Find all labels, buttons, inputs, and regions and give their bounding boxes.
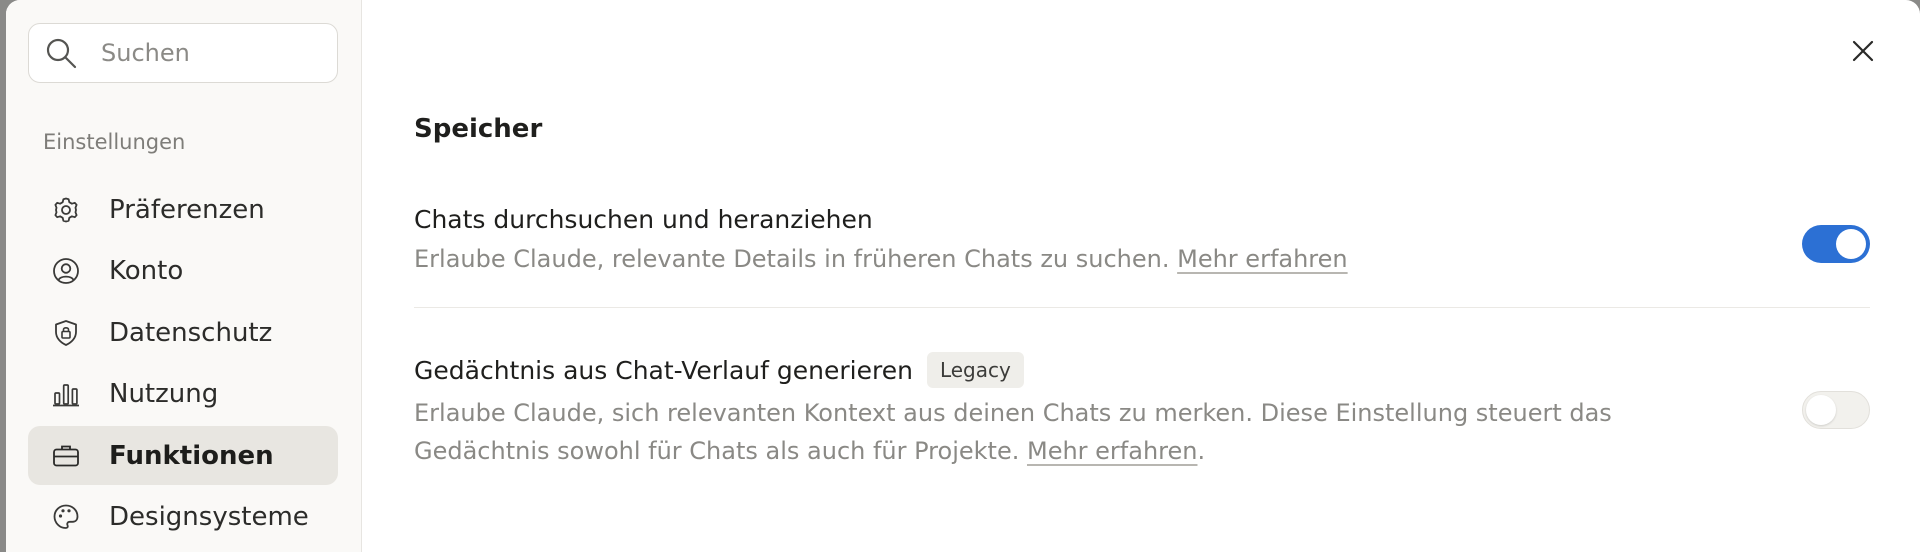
sidebar-item-praeferenzen[interactable]: Präferenzen	[28, 180, 338, 239]
shield-lock-icon	[49, 316, 83, 350]
setting-chat-search: Chats durchsuchen und heranziehen Erlaub…	[414, 205, 1870, 278]
sidebar-item-label: Nutzung	[109, 379, 219, 409]
sidebar-item-label: Datenschutz	[109, 317, 273, 348]
setting-title: Chats durchsuchen und heranziehen	[414, 205, 1870, 234]
sidebar: Einstellungen Präferenzen	[6, 0, 362, 552]
close-icon	[1851, 39, 1875, 67]
bar-chart-icon	[49, 377, 83, 411]
setting-description: Erlaube Claude, sich relevanten Kontext …	[414, 394, 1684, 470]
setting-title-text: Chats durchsuchen und heranziehen	[414, 205, 873, 234]
divider	[414, 307, 1870, 308]
setting-title: Gedächtnis aus Chat-Verlauf generieren L…	[414, 352, 1870, 388]
setting-description-text: Erlaube Claude, sich relevanten Kontext …	[414, 399, 1612, 465]
setting-title-text: Gedächtnis aus Chat-Verlauf generieren	[414, 355, 913, 385]
search-icon	[43, 35, 79, 71]
sidebar-item-konto[interactable]: Konto	[28, 242, 338, 301]
learn-more-link[interactable]: Mehr erfahren	[1027, 437, 1198, 465]
toggle-knob	[1806, 395, 1836, 425]
setting-memory-generation: Gedächtnis aus Chat-Verlauf generieren L…	[414, 352, 1870, 470]
sidebar-item-nutzung[interactable]: Nutzung	[28, 365, 338, 424]
settings-window: Einstellungen Präferenzen	[6, 0, 1920, 552]
sidebar-item-label: Funktionen	[109, 440, 274, 471]
user-circle-icon	[49, 254, 83, 288]
toggle-knob	[1836, 229, 1866, 259]
learn-more-link[interactable]: Mehr erfahren	[1177, 245, 1348, 273]
setting-description-text: Erlaube Claude, relevante Details in frü…	[414, 245, 1170, 273]
gear-icon	[49, 193, 83, 227]
memory-generation-toggle[interactable]	[1802, 391, 1870, 429]
sidebar-item-label: Konto	[109, 256, 184, 286]
main-panel: Speicher Chats durchsuchen und heranzieh…	[362, 0, 1920, 552]
setting-description: Erlaube Claude, relevante Details in frü…	[414, 240, 1684, 278]
palette-icon	[49, 500, 83, 534]
sidebar-item-designsysteme[interactable]: Designsysteme	[28, 488, 338, 547]
search-box[interactable]	[28, 23, 338, 83]
sidebar-item-datenschutz[interactable]: Datenschutz	[28, 303, 338, 362]
chat-search-toggle[interactable]	[1802, 225, 1870, 263]
sidebar-item-label: Designsysteme	[109, 502, 309, 532]
legacy-badge: Legacy	[926, 352, 1024, 388]
section-heading: Speicher	[414, 114, 543, 144]
section-label: Einstellungen	[43, 130, 186, 154]
close-button[interactable]	[1846, 36, 1880, 70]
link-suffix: .	[1197, 437, 1206, 465]
search-input[interactable]	[99, 38, 323, 68]
sidebar-item-funktionen[interactable]: Funktionen	[28, 426, 338, 485]
settings-nav: Präferenzen Konto Datenschutz Nutzung Fu…	[28, 180, 338, 549]
briefcase-icon	[49, 439, 83, 473]
sidebar-item-label: Präferenzen	[109, 194, 265, 225]
